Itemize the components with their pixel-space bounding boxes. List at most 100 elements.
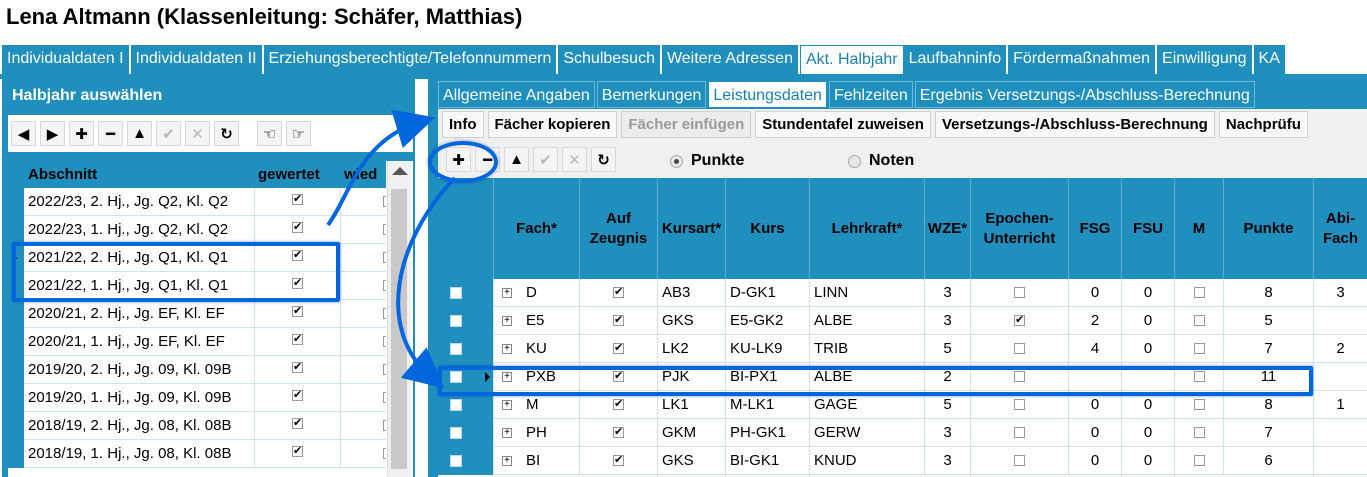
gewertet-checkbox[interactable]: ✔ [292,390,303,401]
tab-einwilligung[interactable]: Einwilligung [1157,45,1254,74]
wied-checkbox[interactable] [383,224,386,235]
epochen-checkbox[interactable] [1014,287,1025,298]
col-wied[interactable]: wied [344,166,377,183]
refresh-icon[interactable]: ↻ [214,121,239,146]
fächer-kopieren-button[interactable]: Fächer kopieren [487,111,618,138]
semester-scrollbar[interactable] [387,161,411,477]
radio-noten[interactable]: Noten [848,152,914,170]
auf_zeugnis-checkbox[interactable]: ✔ [613,343,624,354]
col-fsu[interactable]: FSU [1121,178,1174,279]
tab-ka[interactable]: KA [1253,45,1287,74]
auf_zeugnis-checkbox[interactable]: ✔ [613,427,624,438]
m-checkbox[interactable] [1193,427,1205,438]
radio-punkte-dot[interactable] [670,154,683,168]
col-m[interactable]: M [1174,178,1223,279]
col-fsg[interactable]: FSG [1068,178,1121,279]
wied-checkbox[interactable] [383,280,386,291]
subtab-leistungsdaten[interactable]: Leistungsdaten [708,81,827,108]
col-auf-zeugnis[interactable]: Auf Zeugnis [579,178,657,279]
tab-individualdaten-ii[interactable]: Individualdaten II [130,45,264,74]
scroll-up-icon[interactable] [392,167,408,175]
col-kurs[interactable]: Kurs [725,178,809,279]
gewertet-checkbox[interactable]: ✔ [292,446,303,457]
wied-checkbox[interactable] [383,196,386,207]
m-checkbox[interactable] [1193,287,1205,298]
radio-noten-dot[interactable] [848,154,861,168]
fächer-einfügen-button[interactable]: Fächer einfügen [621,111,752,138]
semester-row[interactable]: 2022/23, 2. Hj., Jg. Q2, Kl. Q2 ✔ [8,188,386,216]
m-checkbox[interactable] [1193,343,1205,354]
tab-akt-halbjahr[interactable]: Akt. Halbjahr [799,45,904,74]
wied-checkbox[interactable] [383,392,386,403]
gewertet-checkbox[interactable]: ✔ [292,362,303,373]
remove-icon[interactable]: ━ [98,121,123,146]
expand-icon[interactable]: + [502,456,512,466]
semester-row[interactable]: 2019/20, 1. Hj., Jg. 09, Kl. 09B ✔ [8,384,386,412]
col-punkte[interactable]: Punkte [1223,178,1313,279]
gewertet-checkbox[interactable]: ✔ [292,334,303,345]
expand-icon[interactable]: + [502,316,512,326]
semester-row[interactable]: 2019/20, 2. Hj., Jg. 09, Kl. 09B ✔ [8,356,386,384]
semester-row[interactable]: 2020/21, 1. Hj., Jg. EF, Kl. EF ✔ [8,328,386,356]
row-select-box[interactable] [450,287,462,299]
subtab-bemerkungen[interactable]: Bemerkungen [596,81,707,108]
refresh-icon[interactable]: ↻ [591,147,616,172]
col-fach[interactable]: Fach* [493,178,579,279]
gewertet-checkbox[interactable]: ✔ [292,222,303,233]
expand-icon[interactable]: + [502,428,512,438]
epochen-checkbox[interactable] [1014,427,1025,438]
row-select-box[interactable] [450,399,462,411]
wied-checkbox[interactable] [383,308,386,319]
gewertet-checkbox[interactable]: ✔ [292,418,303,429]
up-icon[interactable]: ▲ [127,121,152,146]
epochen-checkbox[interactable]: ✔ [1014,315,1025,326]
row-select-box[interactable] [450,343,462,355]
gewertet-checkbox[interactable]: ✔ [292,194,303,205]
row-select-box[interactable] [450,315,462,327]
tab-erziehungsberechtigte-telefonnummern[interactable]: Erziehungsberechtigte/Telefonnummern [263,45,559,74]
cancel-icon[interactable]: ✕ [562,147,587,172]
expand-icon[interactable]: + [502,344,512,354]
epochen-checkbox[interactable] [1014,343,1025,354]
auf_zeugnis-checkbox[interactable]: ✔ [613,455,624,466]
m-checkbox[interactable] [1193,399,1205,410]
semester-row[interactable]: 2022/23, 1. Hj., Jg. Q2, Kl. Q2 ✔ [8,216,386,244]
next-icon[interactable]: ▶ [40,121,65,146]
subtab-allgemeine-angaben[interactable]: Allgemeine Angaben [438,81,595,108]
subtab-fehlzeiten[interactable]: Fehlzeiten [828,81,913,108]
col-wze[interactable]: WZE* [924,178,970,279]
semester-row[interactable]: 2018/19, 1. Hj., Jg. 08, Kl. 08B ✔ [8,440,386,468]
auf_zeugnis-checkbox[interactable]: ✔ [613,287,624,298]
prev-icon[interactable]: ◀ [11,121,36,146]
auf_zeugnis-checkbox[interactable]: ✔ [613,399,624,410]
subject-row[interactable]: + KU ✔ LK2 KU-LK9 TRIB 5 4 0 7 2 [438,335,1367,363]
expand-icon[interactable]: + [502,288,512,298]
tab-weitere-adressen[interactable]: Weitere Adressen [661,45,800,74]
tab-individualdaten-i[interactable]: Individualdaten I [2,45,131,74]
nachprüfu-button[interactable]: Nachprüfu [1218,111,1308,138]
tab-fördermaßnahmen[interactable]: Fördermaßnahmen [1008,45,1158,74]
col-gewertet[interactable]: gewertet [258,166,320,183]
tab-laufbahninfo[interactable]: Laufbahninfo [903,45,1009,74]
scroll-thumb[interactable] [391,189,407,469]
semester-row[interactable]: 2020/21, 2. Hj., Jg. EF, Kl. EF ✔ [8,300,386,328]
wied-checkbox[interactable] [383,336,386,347]
wied-checkbox[interactable] [383,420,386,431]
hand-right-icon[interactable]: ☞ [286,121,311,146]
col-kursart[interactable]: Kursart* [657,178,725,279]
radio-punkte[interactable]: Punkte [670,152,744,170]
up-icon[interactable]: ▲ [504,147,529,172]
subject-row[interactable]: + PH ✔ GKM PH-GK1 GERW 3 0 0 7 [438,419,1367,447]
semester-row[interactable]: 2018/19, 2. Hj., Jg. 08, Kl. 08B ✔ [8,412,386,440]
tab-schulbesuch[interactable]: Schulbesuch [558,45,662,74]
row-select-box[interactable] [450,455,462,467]
col-lehrkraft[interactable]: Lehrkraft* [809,178,924,279]
hand-left-icon[interactable]: ☜ [257,121,282,146]
wied-checkbox[interactable] [383,364,386,375]
col-abi-fach[interactable]: Abi-Fach [1313,178,1367,279]
subject-row[interactable]: + D ✔ AB3 D-GK1 LINN 3 0 0 8 3 [438,279,1367,307]
expand-icon[interactable]: + [502,400,512,410]
subtab-ergebnis-versetzungs-abschluss-berechnung[interactable]: Ergebnis Versetzungs-/Abschluss-Berechnu… [914,81,1255,108]
wied-checkbox[interactable] [383,252,386,263]
col-abschnitt[interactable]: Abschnitt [28,166,97,183]
